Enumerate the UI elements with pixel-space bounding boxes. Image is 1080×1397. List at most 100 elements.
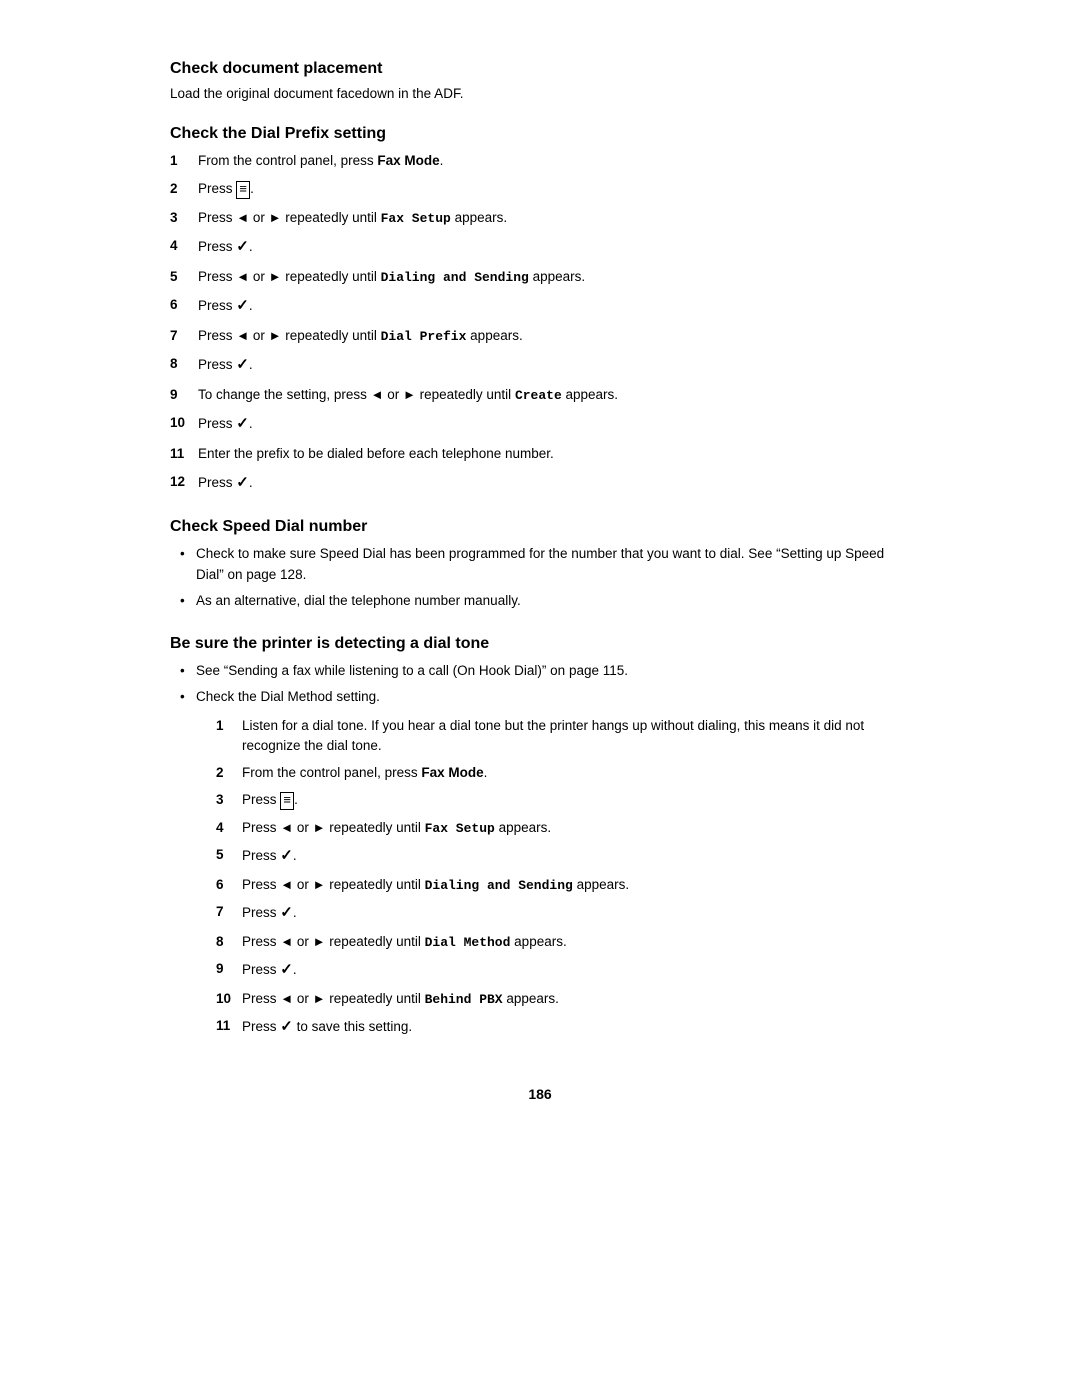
arrow-right-icon-6: ► [313, 877, 326, 892]
sub-step-content-11: Press ✓ to save this setting. [242, 1016, 910, 1039]
sub-step-content-1: Listen for a dial tone. If you hear a di… [242, 716, 910, 757]
section-1-intro: Load the original document facedown in t… [170, 86, 910, 101]
arrow-left-icon-8: ◄ [280, 991, 293, 1006]
sub-step-content-2: From the control panel, press Fax Mode. [242, 763, 910, 783]
sub-step-content-3: Press ≡. [242, 790, 910, 810]
fax-setup-label-2: Fax Setup [425, 821, 495, 836]
step-num-11-bold: 11 [170, 446, 184, 461]
sub-step-num-6: 6 [216, 875, 242, 896]
sub-step-num-1: 1 [216, 716, 242, 757]
check-icon-7: ✓ [280, 904, 293, 921]
dial-tone-bullets: • See “Sending a fax while listening to … [170, 661, 910, 1046]
sub-step-10: 10 Press ◄ or ► repeatedly until Behind … [216, 989, 910, 1010]
sub-step-num-3: 3 [216, 790, 242, 810]
arrow-right-icon-5: ► [313, 820, 326, 835]
bullet-content-4: Check the Dial Method setting. 1 Listen … [196, 687, 910, 1045]
step-content-8: Press ✓. [198, 354, 910, 377]
step-3: 3 Press ◄ or ► repeatedly until Fax Setu… [170, 208, 910, 229]
step-content-9: To change the setting, press ◄ or ► repe… [198, 385, 910, 406]
check-icon-5: ✓ [236, 474, 249, 491]
step-11: 11 Enter the prefix to be dialed before … [170, 444, 910, 464]
dial-prefix-steps: 1 From the control panel, press Fax Mode… [170, 151, 910, 494]
sub-step-content-5: Press ✓. [242, 845, 910, 868]
arrow-left-icon-2: ◄ [236, 269, 249, 284]
page-number: 186 [170, 1086, 910, 1102]
step-5: 5 Press ◄ or ► repeatedly until Dialing … [170, 267, 910, 288]
arrow-right-icon-2: ► [269, 269, 282, 284]
sub-step-content-8: Press ◄ or ► repeatedly until Dial Metho… [242, 932, 910, 953]
step-num-12-bold: 12 [170, 474, 185, 489]
step-content-7: Press ◄ or ► repeatedly until Dial Prefi… [198, 326, 910, 347]
step-num-7: 7 [170, 326, 198, 347]
check-icon-1: ✓ [236, 238, 249, 255]
behind-pbx-label: Behind PBX [425, 992, 503, 1007]
step-content-3: Press ◄ or ► repeatedly until Fax Setup … [198, 208, 910, 229]
step-num-3: 3 [170, 208, 198, 229]
step-2: 2 Press ≡. [170, 179, 910, 199]
step-content-5: Press ◄ or ► repeatedly until Dialing an… [198, 267, 910, 288]
sub-step-content-9: Press ✓. [242, 959, 910, 982]
dialing-sending-label-1: Dialing and Sending [381, 270, 529, 285]
step-content-4: Press ✓. [198, 236, 910, 259]
sub-step-6: 6 Press ◄ or ► repeatedly until Dialing … [216, 875, 910, 896]
sub-step-num-10-bold: 10 [216, 991, 231, 1006]
section-heading-1: Check document placement [170, 60, 910, 78]
step-content-2: Press ≡. [198, 179, 910, 199]
sub-step-num-11-bold: 11 [216, 1018, 230, 1033]
check-icon-6: ✓ [280, 847, 293, 864]
step-content-10: Press ✓. [198, 413, 910, 436]
dial-prefix-label: Dial Prefix [381, 329, 467, 344]
step-num-6: 6 [170, 295, 198, 318]
sub-step-2: 2 From the control panel, press Fax Mode… [216, 763, 910, 783]
arrow-left-icon-1: ◄ [236, 210, 249, 225]
fax-mode-label-1: Fax Mode [377, 153, 439, 168]
step-7: 7 Press ◄ or ► repeatedly until Dial Pre… [170, 326, 910, 347]
sub-step-content-7: Press ✓. [242, 902, 910, 925]
dial-tone-bullet-1: • See “Sending a fax while listening to … [180, 661, 910, 681]
step-num-8: 8 [170, 354, 198, 377]
step-8: 8 Press ✓. [170, 354, 910, 377]
sub-step-num-9: 9 [216, 959, 242, 982]
check-icon-4: ✓ [236, 415, 249, 432]
step-1: 1 From the control panel, press Fax Mode… [170, 151, 910, 171]
speed-dial-bullets: • Check to make sure Speed Dial has been… [170, 544, 910, 611]
arrow-right-icon-7: ► [313, 934, 326, 949]
sub-step-7: 7 Press ✓. [216, 902, 910, 925]
bullet-dot-3: • [180, 661, 196, 681]
sub-step-8: 8 Press ◄ or ► repeatedly until Dial Met… [216, 932, 910, 953]
step-num-12: 12 [170, 472, 198, 495]
menu-icon-1: ≡ [236, 181, 250, 199]
arrow-left-icon-3: ◄ [236, 328, 249, 343]
sub-step-content-10: Press ◄ or ► repeatedly until Behind PBX… [242, 989, 910, 1010]
page: Check document placement Load the origin… [130, 0, 950, 1397]
sub-step-num-2: 2 [216, 763, 242, 783]
sub-step-num-7: 7 [216, 902, 242, 925]
bullet-2: • As an alternative, dial the telephone … [180, 591, 910, 611]
sub-step-9: 9 Press ✓. [216, 959, 910, 982]
step-content-12: Press ✓. [198, 472, 910, 495]
bullet-content-3: See “Sending a fax while listening to a … [196, 661, 910, 681]
bullet-content-2: As an alternative, dial the telephone nu… [196, 591, 910, 611]
step-num-9: 9 [170, 385, 198, 406]
step-content-11: Enter the prefix to be dialed before eac… [198, 444, 910, 464]
bullet-content-1: Check to make sure Speed Dial has been p… [196, 544, 910, 585]
step-num-4: 4 [170, 236, 198, 259]
check-icon-3: ✓ [236, 356, 249, 373]
sub-step-1: 1 Listen for a dial tone. If you hear a … [216, 716, 910, 757]
step-content-6: Press ✓. [198, 295, 910, 318]
sub-step-5: 5 Press ✓. [216, 845, 910, 868]
step-9: 9 To change the setting, press ◄ or ► re… [170, 385, 910, 406]
section-heading-3: Check Speed Dial number [170, 518, 910, 536]
arrow-left-icon-5: ◄ [280, 820, 293, 835]
sub-step-content-6: Press ◄ or ► repeatedly until Dialing an… [242, 875, 910, 896]
arrow-right-icon-4: ► [403, 387, 416, 402]
fax-mode-label-2: Fax Mode [421, 765, 483, 780]
dial-method-sub-steps: 1 Listen for a dial tone. If you hear a … [216, 716, 910, 1039]
step-12: 12 Press ✓. [170, 472, 910, 495]
check-icon-8: ✓ [280, 961, 293, 978]
arrow-left-icon-7: ◄ [280, 934, 293, 949]
create-label: Create [515, 388, 562, 403]
bullet-dot-1: • [180, 544, 196, 585]
sub-step-num-8: 8 [216, 932, 242, 953]
fax-setup-label-1: Fax Setup [381, 211, 451, 226]
